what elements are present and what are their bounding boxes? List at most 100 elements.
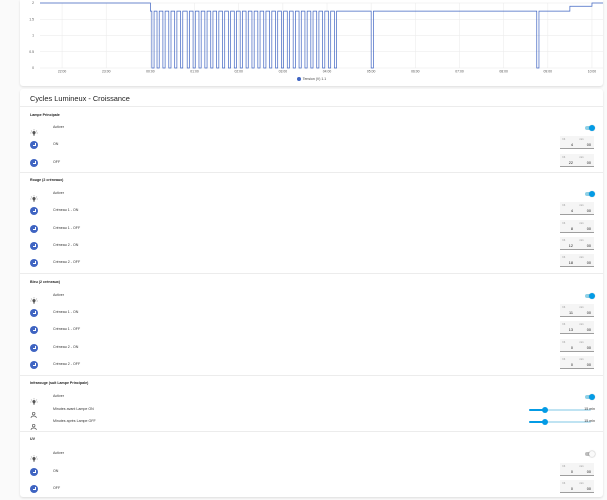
hours-value[interactable]: 22 xyxy=(569,161,573,165)
clock-icon xyxy=(30,468,38,476)
hours-value[interactable]: 18 xyxy=(569,261,573,265)
hours-value[interactable]: 0 xyxy=(571,487,573,491)
minutes-unit: mm xyxy=(579,340,584,344)
hours-value[interactable]: 13 xyxy=(569,328,573,332)
clock-icon xyxy=(30,326,38,334)
label-lampe-off: OFF xyxy=(53,160,61,164)
voltage-chart: 2 1.5 1 0.5 0 22:00 23:00 00:00 01:00 02:00 03:00… xyxy=(29,1,603,74)
hours-value[interactable]: 12 xyxy=(569,244,573,248)
hours-unit: hh xyxy=(562,155,566,159)
minutes-unit: mm xyxy=(579,203,584,207)
minutes-value[interactable]: 00 xyxy=(587,470,591,474)
row-rouge-c1-off: Créneau 1 - OFF hh 8 mm 00 xyxy=(20,220,603,235)
divider xyxy=(20,172,603,173)
minutes-value[interactable]: 00 xyxy=(587,227,591,231)
minutes-value[interactable]: 00 xyxy=(587,209,591,213)
time-input-rouge-c1-on[interactable]: hh 4 mm 00 xyxy=(560,202,594,215)
toggle-ir[interactable] xyxy=(584,394,595,400)
time-input-bleu-c2-off[interactable]: hh 0 mm 00 xyxy=(560,356,594,369)
hours-unit: hh xyxy=(562,203,566,207)
time-input-bleu-c2-on[interactable]: hh 0 mm 00 xyxy=(560,339,594,352)
row-ir-before: Minutes avant Lampe ON 15 min xyxy=(20,404,603,419)
time-input-rouge-c1-off[interactable]: hh 8 mm 00 xyxy=(560,220,594,233)
slider-ir-after[interactable] xyxy=(529,419,591,425)
hours-unit: hh xyxy=(562,322,566,326)
minutes-value[interactable]: 00 xyxy=(587,261,591,265)
x-tick-label: 05:00 xyxy=(367,70,376,74)
person-clock-icon xyxy=(30,418,38,431)
voltage-chart-card: 2 1.5 1 0.5 0 22:00 23:00 00:00 01:00 02:00 03:00… xyxy=(20,0,603,86)
hours-value[interactable]: 0 xyxy=(571,470,573,474)
section-title-bleu: Bleu (2 créneaux) xyxy=(30,280,60,284)
time-input-rouge-c2-off[interactable]: hh 18 mm 00 xyxy=(560,254,594,267)
row-rouge-c2-off: Créneau 2 - OFF hh 18 mm 00 xyxy=(20,254,603,269)
hours-unit: hh xyxy=(562,464,566,468)
section-title-lampe: Lampe Principale xyxy=(30,113,60,117)
x-tick-label: 06:00 xyxy=(411,70,420,74)
hours-value[interactable]: 0 xyxy=(571,346,573,350)
row-uv-on: ON hh 0 mm 00 xyxy=(20,463,603,478)
slider-ir-before[interactable] xyxy=(529,407,591,413)
time-input-uv-on[interactable]: hh 0 mm 00 xyxy=(560,463,594,476)
clock-icon xyxy=(30,361,38,369)
chart-x-ticks: 22:00 23:00 00:00 01:00 02:00 03:00 04:00 05:00… xyxy=(58,70,596,74)
toggle-rouge[interactable] xyxy=(584,191,595,197)
hours-unit: hh xyxy=(562,305,566,309)
slider-knob[interactable] xyxy=(541,419,548,425)
row-lampe-off: OFF hh 22 mm 00 xyxy=(20,154,603,169)
label-bleu-c2-on: Créneau 2 - ON xyxy=(53,345,79,349)
clock-icon xyxy=(30,309,38,317)
time-input-rouge-c2-on[interactable]: hh 12 mm 00 xyxy=(560,237,594,250)
row-uv-off: OFF hh 0 mm 00 xyxy=(20,480,603,495)
toggle-bleu[interactable] xyxy=(584,293,595,299)
toggle-lampe[interactable] xyxy=(584,125,595,131)
row-ir-after: Minutes après Lampe OFF 15 min xyxy=(20,416,603,431)
row-rouge-c1-on: Créneau 1 - ON hh 4 mm 00 xyxy=(20,202,603,217)
label-ir-activer: Activer xyxy=(53,394,64,398)
x-tick-label: 09:00 xyxy=(544,70,553,74)
toggle-uv[interactable] xyxy=(584,451,595,457)
hours-unit: hh xyxy=(562,255,566,259)
clock-icon xyxy=(30,159,38,167)
hours-unit: hh xyxy=(562,357,566,361)
clock-icon xyxy=(30,225,38,233)
label-ir-before: Minutes avant Lampe ON xyxy=(53,407,94,411)
row-lampe-on: ON hh 4 mm 00 xyxy=(20,136,603,151)
x-tick-label: 04:00 xyxy=(323,70,332,74)
hours-value[interactable]: 11 xyxy=(569,311,573,315)
clock-icon xyxy=(30,242,38,250)
time-input-lampe-on[interactable]: hh 4 mm 00 xyxy=(560,136,594,149)
hours-value[interactable]: 0 xyxy=(571,363,573,367)
minutes-value[interactable]: 00 xyxy=(587,143,591,147)
time-input-uv-off[interactable]: hh 0 mm 00 xyxy=(560,480,594,493)
label-uv-on: ON xyxy=(53,469,59,473)
legend-label: Tension (V) 1.1 xyxy=(302,77,327,81)
hours-value[interactable]: 4 xyxy=(571,209,573,213)
time-input-lampe-off[interactable]: hh 22 mm 00 xyxy=(560,154,594,167)
hours-unit: hh xyxy=(562,221,566,225)
row-bleu-c1-off: Créneau 1 - OFF hh 13 mm 00 xyxy=(20,321,603,336)
x-tick-label: 03:00 xyxy=(279,70,288,74)
label-bleu-activer: Activer xyxy=(53,293,64,297)
hours-value[interactable]: 8 xyxy=(571,227,573,231)
minutes-value[interactable]: 00 xyxy=(587,244,591,248)
row-bleu-activer: Activer xyxy=(20,290,603,304)
minutes-value[interactable]: 00 xyxy=(587,311,591,315)
x-tick-label: 22:00 xyxy=(58,70,67,74)
hours-unit: hh xyxy=(562,238,566,242)
label-ir-after: Minutes après Lampe OFF xyxy=(53,419,96,423)
minutes-value[interactable]: 00 xyxy=(587,346,591,350)
y-tick-label: 1.5 xyxy=(29,17,34,21)
label-bleu-c1-off: Créneau 1 - OFF xyxy=(53,327,81,331)
time-input-bleu-c1-off[interactable]: hh 13 mm 00 xyxy=(560,321,594,334)
chart-legend[interactable]: Tension (V) 1.1 xyxy=(20,77,603,82)
hours-value[interactable]: 4 xyxy=(571,143,573,147)
minutes-value[interactable]: 00 xyxy=(587,328,591,332)
slider-knob[interactable] xyxy=(541,407,548,413)
minutes-value[interactable]: 00 xyxy=(587,487,591,491)
minutes-value[interactable]: 00 xyxy=(587,363,591,367)
time-input-bleu-c1-on[interactable]: hh 11 mm 00 xyxy=(560,304,594,317)
label-rouge-c1-on: Créneau 1 - ON xyxy=(53,208,79,212)
row-bleu-c1-on: Créneau 1 - ON hh 11 mm 00 xyxy=(20,304,603,319)
minutes-value[interactable]: 00 xyxy=(587,161,591,165)
